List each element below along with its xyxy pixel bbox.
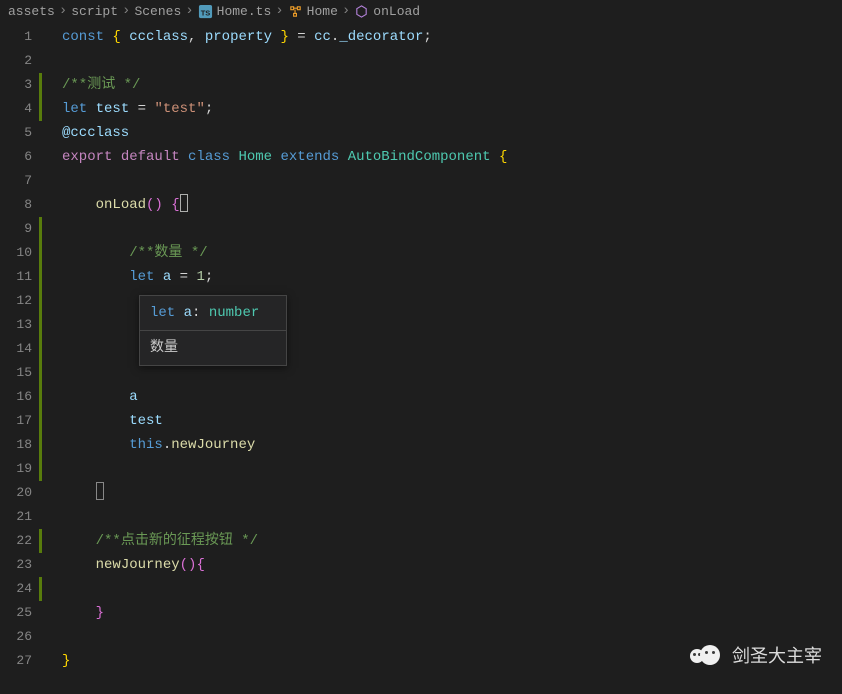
line-number[interactable]: 1 [0, 25, 50, 49]
code-line[interactable]: /**数量 */ [50, 241, 842, 265]
line-number[interactable]: 15 [0, 361, 50, 385]
breadcrumb-item-method[interactable]: onLoad [354, 4, 420, 19]
modified-indicator [39, 73, 42, 97]
line-number[interactable]: 11 [0, 265, 50, 289]
code-line[interactable]: /**点击新的征程按钮 */ [50, 529, 842, 553]
breadcrumb-item-script[interactable]: script [71, 4, 118, 19]
chevron-right-icon: › [122, 3, 130, 19]
line-number[interactable]: 27 [0, 649, 50, 673]
modified-indicator [39, 529, 42, 553]
line-number[interactable]: 4 [0, 97, 50, 121]
code-line[interactable] [50, 49, 842, 73]
modified-indicator [39, 577, 42, 601]
code-line[interactable] [50, 169, 842, 193]
code-line[interactable]: let a = 1; [50, 265, 842, 289]
line-number[interactable]: 26 [0, 625, 50, 649]
code-line[interactable]: let test = "test"; [50, 97, 842, 121]
wechat-icon [690, 641, 724, 669]
chevron-right-icon: › [275, 3, 283, 19]
breadcrumb-item-assets[interactable]: assets [8, 4, 55, 19]
line-number[interactable]: 9 [0, 217, 50, 241]
line-number[interactable]: 25 [0, 601, 50, 625]
line-number[interactable]: 24 [0, 577, 50, 601]
line-number[interactable]: 12 [0, 289, 50, 313]
line-number[interactable]: 22 [0, 529, 50, 553]
code-line[interactable] [50, 217, 842, 241]
line-number[interactable]: 20 [0, 481, 50, 505]
code-line[interactable] [50, 481, 842, 505]
code-line[interactable] [50, 505, 842, 529]
line-number[interactable]: 7 [0, 169, 50, 193]
line-number[interactable]: 21 [0, 505, 50, 529]
line-number[interactable]: 14 [0, 337, 50, 361]
line-number[interactable]: 23 [0, 553, 50, 577]
code-line[interactable]: export default class Home extends AutoBi… [50, 145, 842, 169]
line-number[interactable]: 5 [0, 121, 50, 145]
code-line[interactable]: @ccclass [50, 121, 842, 145]
line-number[interactable]: 17 [0, 409, 50, 433]
code-line[interactable]: } [50, 601, 842, 625]
modified-indicator [39, 97, 42, 121]
line-number[interactable]: 3 [0, 73, 50, 97]
code-line[interactable]: this.newJourney [50, 433, 842, 457]
typescript-file-icon: TS [198, 4, 213, 19]
watermark-text: 剑圣大主宰 [732, 642, 822, 668]
class-symbol-icon [288, 4, 303, 19]
breadcrumb-item-file[interactable]: TS Home.ts [198, 4, 272, 19]
line-number[interactable]: 6 [0, 145, 50, 169]
code-line[interactable]: newJourney(){ [50, 553, 842, 577]
line-number[interactable]: 2 [0, 49, 50, 73]
editor[interactable]: 1 2 3 4 5 6 7 8 9 10 11 12 13 14 15 16 1… [0, 22, 842, 673]
breadcrumb-item-scenes[interactable]: Scenes [134, 4, 181, 19]
text-cursor [180, 194, 188, 212]
line-number[interactable]: 13 [0, 313, 50, 337]
code-line[interactable]: a [50, 385, 842, 409]
code-line[interactable]: const { ccclass, property } = cc._decora… [50, 25, 842, 49]
hover-documentation: 数量 [140, 331, 286, 365]
svg-text:TS: TS [200, 8, 210, 17]
hover-tooltip[interactable]: let a: number 数量 [139, 295, 287, 366]
line-gutter: 1 2 3 4 5 6 7 8 9 10 11 12 13 14 15 16 1… [0, 22, 50, 673]
line-number[interactable]: 18 [0, 433, 50, 457]
method-symbol-icon [354, 4, 369, 19]
code-line[interactable] [50, 577, 842, 601]
hover-signature: let a: number [140, 296, 286, 331]
code-line[interactable]: /**测试 */ [50, 73, 842, 97]
code-line[interactable] [50, 457, 842, 481]
breadcrumb: assets › script › Scenes › TS Home.ts › … [0, 0, 842, 22]
bracket-match-box [96, 482, 104, 500]
line-number[interactable]: 19 [0, 457, 50, 481]
code-line[interactable]: test [50, 409, 842, 433]
line-number[interactable]: 10 [0, 241, 50, 265]
chevron-right-icon: › [59, 3, 67, 19]
code-line[interactable]: onLoad() { [50, 193, 842, 217]
line-number[interactable]: 8 [0, 193, 50, 217]
line-number[interactable]: 16 [0, 385, 50, 409]
breadcrumb-item-class[interactable]: Home [288, 4, 338, 19]
watermark: 剑圣大主宰 [690, 641, 822, 669]
chevron-right-icon: › [185, 3, 193, 19]
chevron-right-icon: › [342, 3, 350, 19]
